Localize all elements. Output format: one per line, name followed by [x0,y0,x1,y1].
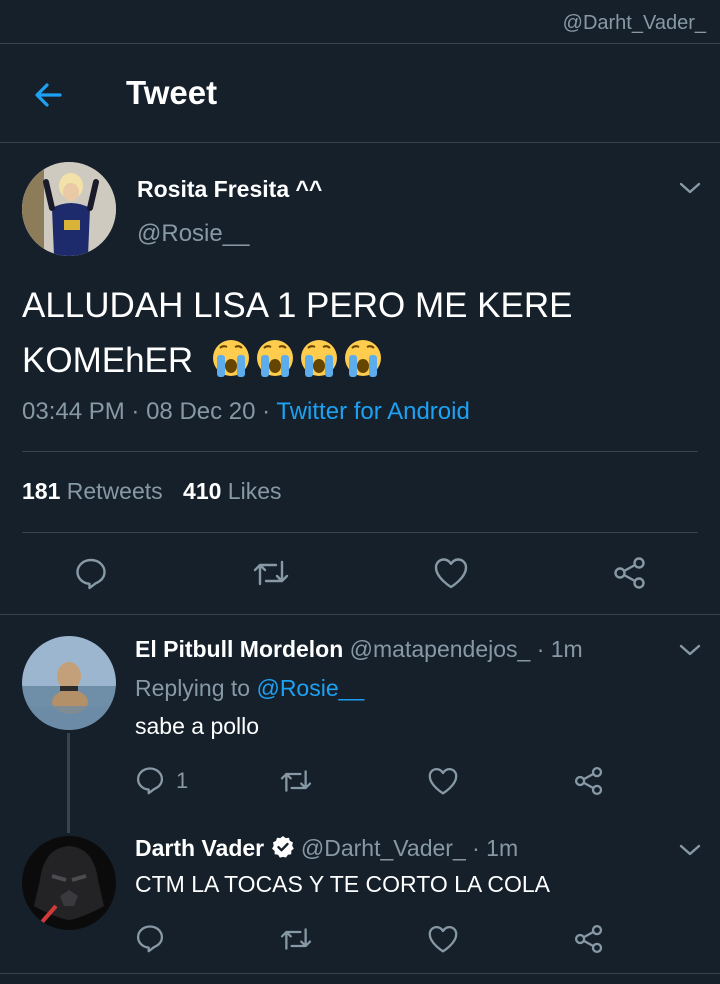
divider [0,142,720,143]
tweet-text-line2-text: KOMEhER [22,341,194,380]
tweet-text-line1: ALLUDAH LISA 1 PERO ME KERE [22,286,573,325]
retweet-icon[interactable] [279,767,313,795]
avatar[interactable] [22,836,116,930]
reply-author-name[interactable]: El Pitbull Mordelon [135,636,343,662]
share-icon[interactable] [573,923,605,955]
avatar[interactable] [22,162,116,256]
watermark: @Darht_Vader_ [562,12,706,34]
divider [0,614,720,615]
divider [22,532,698,533]
retweets-count: 181 [22,478,61,504]
avatar[interactable] [22,636,116,730]
likes-stat[interactable]: 410 Likes [183,478,281,504]
retweets-stat[interactable]: 181 Retweets [22,478,169,504]
reply-header: El Pitbull Mordelon @matapendejos_ · 1m [135,636,583,663]
reply-text: sabe a pollo [135,713,260,739]
tweet-stats: 181 Retweets 410 Likes [22,478,282,505]
tweet-author-name[interactable]: Rosita Fresita ^^ [137,176,322,203]
reply-icon[interactable] [74,556,108,590]
like-heart-icon[interactable] [427,924,459,954]
retweet-icon[interactable] [279,925,313,953]
likes-count: 410 [183,478,222,504]
replying-to: Replying to @Rosie__ [135,675,364,702]
back-arrow-icon[interactable] [30,76,68,114]
tweet-text-line2: KOMEhER [22,338,387,381]
divider [22,451,698,452]
crying-face-icon [256,340,293,377]
replying-to-prefix: Replying to [135,675,251,701]
reply-header: Darth Vader @Darht_Vader_ · 1m [135,835,518,862]
reply-icon[interactable] [135,923,165,953]
page-title: Tweet [126,74,218,111]
reply-text: CTM LA TOCAS Y TE CORTO LA COLA [135,871,551,897]
crying-emoji-group [211,340,387,380]
like-heart-icon[interactable] [427,766,459,796]
chevron-down-icon[interactable] [679,181,701,195]
thread-line [67,733,70,833]
divider [0,973,720,974]
divider [0,43,720,44]
crying-face-icon [344,340,381,377]
retweets-label: Retweets [66,478,163,504]
reply-time: · 1m [472,835,519,861]
tweet-author-handle[interactable]: @Rosie__ [137,220,249,248]
reply-author-handle[interactable]: @Darht_Vader_ [301,835,466,861]
crying-face-icon [300,340,337,377]
chevron-down-icon[interactable] [679,843,701,857]
reply-icon[interactable] [135,765,165,795]
crying-face-icon [212,340,249,377]
separator: · [262,398,271,425]
likes-label: Likes [227,478,282,504]
tweet-meta: 03:44 PM · 08 Dec 20 · Twitter for Andro… [22,398,470,426]
reply-author-name[interactable]: Darth Vader [135,835,264,861]
retweet-icon[interactable] [252,557,290,589]
separator: · [131,398,140,425]
reply-author-handle[interactable]: @matapendejos_ [350,636,531,662]
chevron-down-icon[interactable] [679,643,701,657]
like-heart-icon[interactable] [433,556,469,590]
reply-count: 1 [176,768,189,793]
tweet-date: 08 Dec 20 [146,398,256,425]
share-icon[interactable] [573,765,605,797]
reply-time: · 1m [536,636,583,662]
verified-badge-icon [271,835,295,859]
share-icon[interactable] [612,555,648,591]
replying-to-handle[interactable]: @Rosie__ [256,675,364,701]
tweet-time: 03:44 PM [22,398,125,425]
tweet-source-link[interactable]: Twitter for Android [276,398,469,425]
